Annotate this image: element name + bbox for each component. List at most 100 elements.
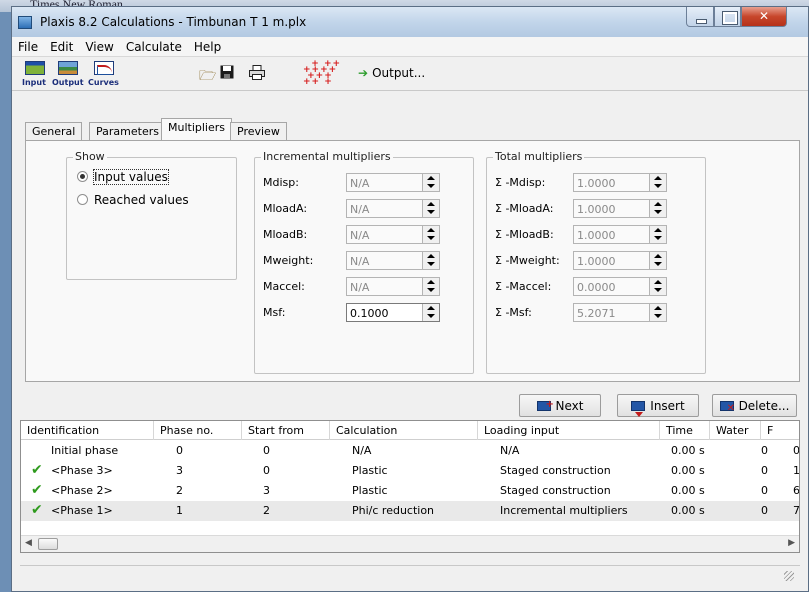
mloada-label: MloadA: bbox=[263, 202, 308, 215]
spin-arrows-icon[interactable] bbox=[422, 304, 439, 321]
mloada-spinbox[interactable]: N/A bbox=[346, 199, 440, 218]
maccel-value: N/A bbox=[350, 281, 370, 294]
menu-help[interactable]: Help bbox=[188, 37, 227, 54]
insert-button[interactable]: Insert bbox=[617, 394, 699, 417]
spin-arrows-icon[interactable] bbox=[649, 226, 666, 243]
msf-label: Msf: bbox=[263, 306, 286, 319]
sum-mloada-label: Σ -MloadA: bbox=[495, 202, 554, 215]
delete-phase-icon bbox=[719, 401, 735, 414]
save-disk-icon[interactable] bbox=[220, 65, 234, 83]
spin-arrows-icon[interactable] bbox=[422, 200, 439, 217]
maximize-button[interactable] bbox=[714, 7, 741, 27]
next-phase-icon bbox=[536, 399, 554, 411]
spin-arrows-icon[interactable] bbox=[649, 252, 666, 269]
insert-button-label: Insert bbox=[650, 399, 685, 413]
title-bar[interactable]: Plaxis 8.2 Calculations - Timbunan T 1 m… bbox=[12, 7, 808, 37]
column-f[interactable]: F bbox=[761, 421, 799, 440]
row-phase-no: 3 bbox=[176, 464, 183, 477]
incremental-multipliers-legend: Incremental multipliers bbox=[261, 150, 393, 163]
column-phase-no[interactable]: Phase no. bbox=[154, 421, 242, 440]
sum-mweight-label: Σ -Mweight: bbox=[495, 254, 560, 267]
mweight-spinbox[interactable]: N/A bbox=[346, 251, 440, 270]
input-program-button[interactable]: Input bbox=[22, 60, 48, 88]
tab-multipliers[interactable]: Multipliers bbox=[161, 118, 233, 140]
scroll-right-icon[interactable]: ▶ bbox=[788, 538, 795, 548]
output-button[interactable]: ➔ Output... bbox=[358, 66, 425, 80]
sum-mdisp-value: 1.0000 bbox=[577, 177, 616, 190]
spin-arrows-icon[interactable] bbox=[422, 252, 439, 269]
row-f: 0 bbox=[793, 444, 800, 457]
tab-preview[interactable]: Preview bbox=[230, 122, 287, 140]
spin-arrows-icon[interactable] bbox=[649, 200, 666, 217]
mweight-value: N/A bbox=[350, 255, 370, 268]
column-water[interactable]: Water bbox=[710, 421, 761, 440]
next-button[interactable]: Next bbox=[519, 394, 601, 417]
table-row[interactable]: ✔ <Phase 3> 3 0 Plastic Staged construct… bbox=[21, 461, 799, 481]
show-group: Show Input values Reached values bbox=[66, 150, 237, 280]
maccel-spinbox[interactable]: N/A bbox=[346, 277, 440, 296]
menu-calculate[interactable]: Calculate bbox=[120, 37, 188, 54]
table-row-selected[interactable]: ✔ <Phase 1> 1 2 Phi/c reduction Incremen… bbox=[21, 501, 799, 521]
select-points-for-curves-icon[interactable]: + ++ ++++ +++ ++ + bbox=[303, 60, 340, 87]
check-icon: ✔ bbox=[31, 462, 43, 478]
print-icon[interactable] bbox=[249, 65, 265, 84]
mloadb-label: MloadB: bbox=[263, 228, 308, 241]
row-start-from: 3 bbox=[263, 484, 270, 497]
resize-grip-icon[interactable] bbox=[784, 571, 794, 581]
scroll-left-icon[interactable]: ◀ bbox=[25, 538, 32, 548]
curves-program-button[interactable]: Curves bbox=[88, 60, 120, 88]
sum-mloada-spinbox[interactable]: 1.0000 bbox=[573, 199, 667, 218]
sum-mweight-spinbox[interactable]: 1.0000 bbox=[573, 251, 667, 270]
sum-mloada-value: 1.0000 bbox=[577, 203, 616, 216]
sum-maccel-spinbox[interactable]: 0.0000 bbox=[573, 277, 667, 296]
sum-msf-spinbox[interactable]: 5.2071 bbox=[573, 303, 667, 322]
spin-arrows-icon[interactable] bbox=[422, 174, 439, 191]
table-row[interactable]: ✔ <Phase 2> 2 3 Plastic Staged construct… bbox=[21, 481, 799, 501]
row-f: 6 bbox=[793, 484, 800, 497]
column-time[interactable]: Time bbox=[660, 421, 710, 440]
output-program-button[interactable]: Output bbox=[52, 60, 84, 88]
total-multipliers-legend: Total multipliers bbox=[493, 150, 585, 163]
maccel-label: Maccel: bbox=[263, 280, 305, 293]
sum-mloadb-spinbox[interactable]: 1.0000 bbox=[573, 225, 667, 244]
horizontal-scrollbar[interactable]: ◀ ▶ bbox=[21, 535, 799, 552]
menu-file[interactable]: File bbox=[12, 37, 44, 54]
row-time: 0.00 s bbox=[671, 484, 705, 497]
input-program-icon bbox=[25, 61, 45, 75]
minimize-button[interactable] bbox=[686, 7, 714, 27]
spin-arrows-icon[interactable] bbox=[649, 278, 666, 295]
open-folder-icon[interactable]: 🗁 bbox=[199, 65, 216, 89]
menu-view[interactable]: View bbox=[79, 37, 119, 54]
column-start-from[interactable]: Start from bbox=[242, 421, 330, 440]
spin-arrows-icon[interactable] bbox=[649, 174, 666, 191]
column-loading-input[interactable]: Loading input bbox=[478, 421, 660, 440]
delete-button[interactable]: Delete... bbox=[712, 394, 797, 417]
close-button[interactable]: ✕ bbox=[741, 7, 787, 27]
spin-arrows-icon[interactable] bbox=[422, 278, 439, 295]
row-identification: Initial phase bbox=[51, 444, 119, 457]
mloadb-spinbox[interactable]: N/A bbox=[346, 225, 440, 244]
menu-edit[interactable]: Edit bbox=[44, 37, 79, 54]
spin-arrows-icon[interactable] bbox=[422, 226, 439, 243]
column-calculation[interactable]: Calculation bbox=[330, 421, 478, 440]
row-water: 0 bbox=[761, 484, 768, 497]
row-start-from: 2 bbox=[263, 504, 270, 517]
green-arrow-icon: ➔ bbox=[358, 66, 369, 80]
show-group-legend: Show bbox=[73, 150, 107, 163]
sum-mdisp-spinbox[interactable]: 1.0000 bbox=[573, 173, 667, 192]
mloadb-value: N/A bbox=[350, 229, 370, 242]
column-identification[interactable]: Identification bbox=[21, 421, 154, 440]
spin-arrows-icon[interactable] bbox=[649, 304, 666, 321]
row-time: 0.00 s bbox=[671, 504, 705, 517]
status-bar bbox=[20, 565, 800, 584]
insert-phase-icon bbox=[631, 401, 646, 417]
scrollbar-thumb[interactable] bbox=[38, 538, 58, 550]
mdisp-spinbox[interactable]: N/A bbox=[346, 173, 440, 192]
input-values-radio[interactable]: Input values bbox=[77, 169, 169, 185]
tab-general[interactable]: General bbox=[25, 122, 83, 140]
reached-values-radio[interactable]: Reached values bbox=[77, 193, 189, 207]
table-row[interactable]: Initial phase 0 0 N/A N/A 0.00 s 0 0 bbox=[21, 441, 799, 461]
tab-parameters[interactable]: Parameters bbox=[89, 122, 166, 140]
curves-program-icon bbox=[94, 61, 114, 75]
msf-spinbox[interactable]: 0.1000 bbox=[346, 303, 440, 322]
